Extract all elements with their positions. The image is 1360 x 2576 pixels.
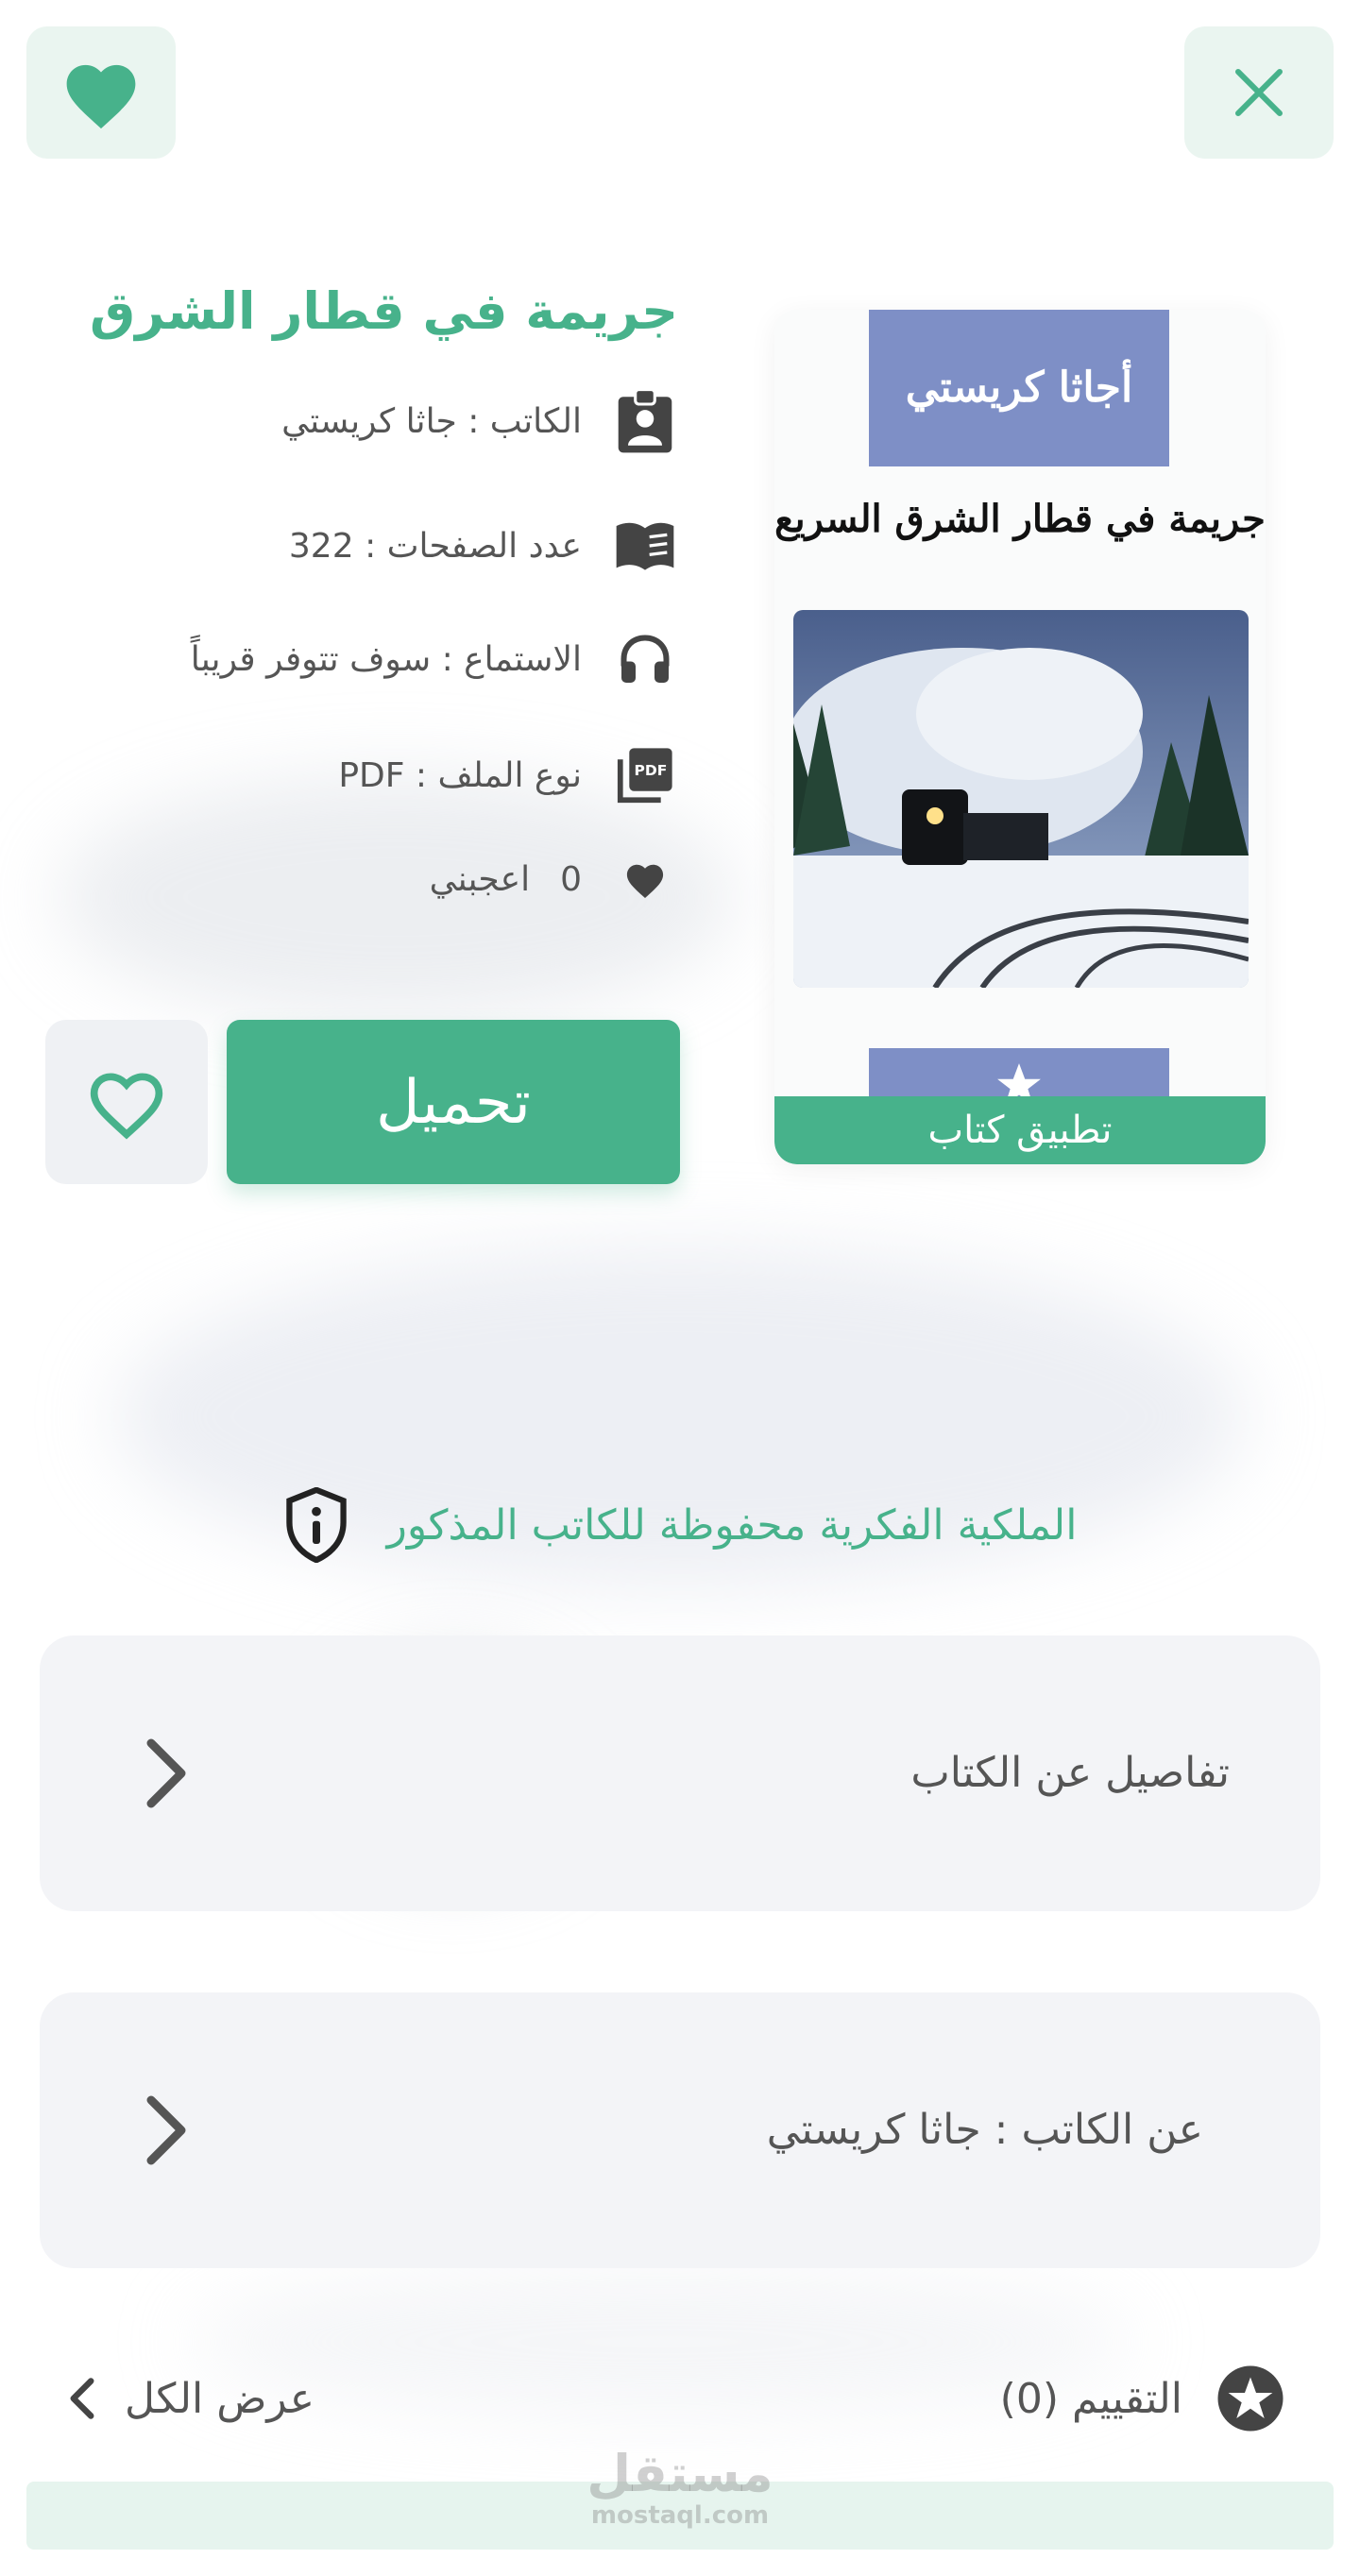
watermark: مستقل mostaql.com — [0, 2444, 1360, 2530]
shield-info-icon — [285, 1487, 347, 1563]
open-book-icon — [616, 522, 674, 570]
about-author-label: عن الكاتب : جاثا كريستي — [766, 2106, 1203, 2154]
pages-label: عدد الصفحات : 322 — [288, 526, 582, 566]
chevron-right-icon — [146, 1738, 186, 1808]
pdf-file-icon: PDF — [617, 748, 672, 804]
cover-ribbon: تطبيق كتاب — [774, 1096, 1266, 1164]
heart-filled-icon — [66, 64, 136, 129]
svg-text:PDF: PDF — [635, 762, 668, 779]
download-button[interactable]: تحميل — [227, 1020, 680, 1184]
train-illustration — [793, 610, 1249, 988]
copyright-notice: الملكية الفكرية محفوظة للكاتب المذكور — [0, 1483, 1360, 1568]
headphones-icon — [620, 635, 670, 683]
chevron-left-icon — [70, 2378, 94, 2419]
watermark-brand: مستقل — [586, 2444, 774, 2503]
rating-label: التقييم (0) — [999, 2374, 1182, 2423]
cover-image-train — [793, 610, 1249, 988]
favorite-button[interactable] — [26, 26, 176, 159]
view-all-label: عرض الكل — [125, 2374, 314, 2423]
filetype-row: PDF نوع الملف : PDF — [338, 746, 678, 805]
book-title: جريمة في قطار الشرق — [89, 281, 678, 341]
book-details-panel[interactable]: تفاصيل عن الكتاب — [40, 1635, 1320, 1911]
heart-icon — [626, 864, 664, 899]
pages-row: عدد الصفحات : 322 — [289, 519, 678, 572]
book-details-label: تفاصيل عن الكتاب — [910, 1749, 1230, 1797]
watermark-site: mostaql.com — [590, 2501, 770, 2530]
filetype-label: نوع الملف : PDF — [338, 755, 582, 795]
cover-author-brand: أجاثا كريستي — [869, 310, 1169, 466]
heart-outline-icon — [90, 1073, 163, 1140]
audio-label: الاستماع : سوف تتوفر قريباً — [190, 639, 582, 679]
book-cover[interactable]: أجاثا كريستي جريمة في قطار الشرق السريع — [774, 310, 1266, 1164]
like-button[interactable] — [45, 1020, 208, 1184]
audio-row: الاستماع : سوف تتوفر قريباً — [191, 631, 678, 687]
close-icon — [1235, 69, 1283, 116]
rating: التقييم (0) — [1000, 2351, 1284, 2446]
likes-label: اعجبني — [429, 859, 531, 899]
likes-row: 0 اعجبني — [430, 859, 678, 899]
author-row: الكاتب : جاثا كريستي — [281, 387, 678, 455]
view-all-link[interactable]: عرض الكل — [68, 2351, 314, 2446]
about-author-panel[interactable]: عن الكاتب : جاثا كريستي — [40, 1992, 1320, 2268]
close-button[interactable] — [1184, 26, 1334, 159]
likes-count: 0 — [560, 859, 582, 899]
badge-person-icon — [618, 388, 672, 453]
star-circle-icon — [1217, 2365, 1284, 2432]
copyright-text: الملكية الفكرية محفوظة للكاتب المذكور — [386, 1500, 1078, 1550]
cover-title: جريمة في قطار الشرق السريع — [774, 497, 1266, 541]
rating-row: التقييم (0) عرض الكل — [0, 2351, 1360, 2446]
author-label: الكاتب : جاثا كريستي — [281, 401, 582, 441]
chevron-right-icon — [146, 2095, 186, 2165]
